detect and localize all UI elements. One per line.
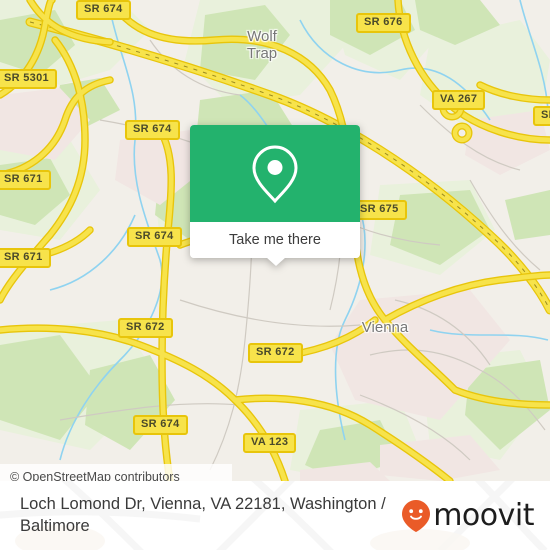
shield-sr-671-upper[interactable]: SR 671 (0, 170, 51, 190)
map-label-wolf-trap: Wolf Trap (246, 28, 278, 62)
shield-sr-right-edge[interactable]: SR (533, 106, 550, 126)
address-text: Loch Lomond Dr, Vienna, VA 22181, Washin… (20, 495, 386, 535)
shield-sr-674-upper-left[interactable]: SR 674 (125, 120, 180, 140)
shield-sr-674-bottom[interactable]: SR 674 (133, 415, 188, 435)
shield-sr-676[interactable]: SR 676 (356, 13, 411, 33)
shield-va-267[interactable]: VA 267 (432, 90, 486, 110)
shield-sr-5301[interactable]: SR 5301 (0, 69, 57, 89)
shield-sr-672-right[interactable]: SR 672 (248, 343, 303, 363)
map-canvas[interactable]: Wolf Trap Vienna SR 674 SR 676 VA 267 SR… (0, 0, 550, 481)
shield-sr-671-lower[interactable]: SR 671 (0, 248, 51, 268)
shield-sr-674-mid[interactable]: SR 674 (127, 227, 182, 247)
take-me-there-callout[interactable]: Take me there (190, 125, 360, 266)
map-attribution: © OpenStreetMap contributors (0, 464, 232, 481)
callout-pointer (266, 257, 286, 266)
shield-sr-675[interactable]: SR 675 (352, 200, 407, 220)
shield-sr-672-left[interactable]: SR 672 (118, 318, 173, 338)
take-me-there-label: Take me there (229, 232, 321, 248)
footer-bar: Loch Lomond Dr, Vienna, VA 22181, Washin… (0, 481, 550, 550)
moovit-pin-smiley-icon (402, 500, 431, 532)
shield-sr-674-top[interactable]: SR 674 (76, 0, 131, 20)
map-label-vienna: Vienna (361, 319, 409, 336)
location-pin-icon (252, 144, 298, 203)
moovit-map-screenshot: Wolf Trap Vienna SR 674 SR 676 VA 267 SR… (0, 0, 550, 550)
moovit-wordmark: moovit (433, 498, 534, 533)
callout-header (190, 125, 360, 222)
attribution-text: © OpenStreetMap contributors (10, 470, 180, 481)
moovit-logo[interactable]: moovit (401, 500, 534, 532)
callout-body: Take me there (190, 125, 360, 258)
callout-footer[interactable]: Take me there (190, 222, 360, 258)
shield-va-123[interactable]: VA 123 (243, 433, 297, 453)
